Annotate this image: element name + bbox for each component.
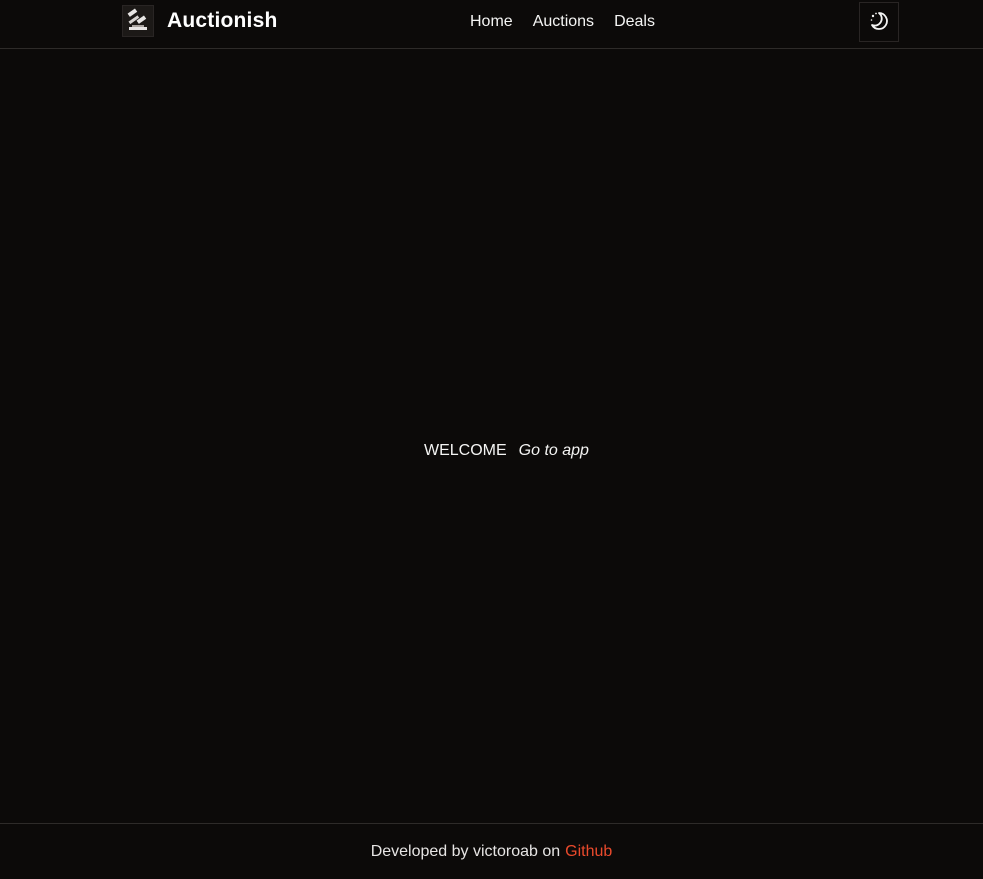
nav-home[interactable]: Home xyxy=(470,13,513,31)
nav-auctions[interactable]: Auctions xyxy=(533,13,594,31)
go-to-app-link[interactable]: Go to app xyxy=(519,442,589,460)
brand-name: Auctionish xyxy=(167,9,278,32)
footer: Developed by victoroab on Github xyxy=(0,823,983,879)
nav-deals[interactable]: Deals xyxy=(614,13,655,31)
top-navbar: Auctionish Home Auctions Deals xyxy=(0,0,983,49)
main-nav: Home Auctions Deals xyxy=(470,13,655,31)
github-link[interactable]: Github xyxy=(565,843,612,861)
brand-home-link[interactable]: Auctionish xyxy=(122,5,278,37)
welcome-row: WELCOME Go to app xyxy=(424,442,589,460)
welcome-text: WELCOME xyxy=(424,442,507,459)
main-content: WELCOME Go to app xyxy=(0,50,983,823)
theme-toggle-button[interactable] xyxy=(859,2,899,42)
gavel-icon xyxy=(122,5,154,37)
moon-stars-icon xyxy=(868,10,890,35)
footer-credit-text: Developed by victoroab on xyxy=(370,842,561,860)
